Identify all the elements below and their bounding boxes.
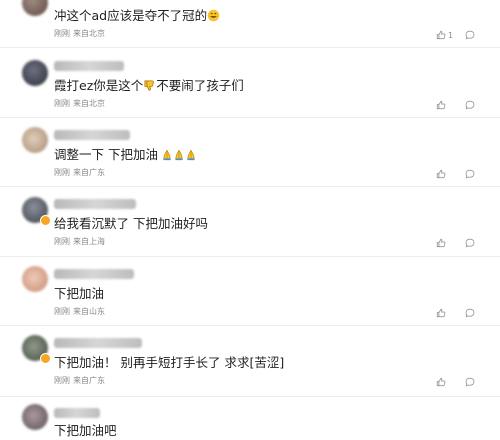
comment-bubble-icon [465,169,475,179]
avatar[interactable] [22,60,48,86]
comment-bubble-icon [465,30,475,40]
like-button[interactable]: 1 [436,30,453,40]
comment-meta: 刚刚 来自广东 [54,168,108,178]
pray-icon [173,149,185,165]
comment-text: 调整一下 下把加油 [54,147,197,165]
comment-meta: 刚刚 来自广东 [54,376,108,386]
comment-bubble-icon [465,377,475,387]
comment-location: 来自北京 [73,29,105,38]
thumbs-up-icon [436,238,446,248]
avatar[interactable] [22,127,48,153]
thumbs-up-icon [436,308,446,318]
comment-location: 来自广东 [73,168,105,177]
grinning-face-icon [207,9,220,26]
comment-text: 给我看沉默了 下把加油好吗 [54,216,208,231]
comment-item: 下把加油！ 别再手短打手长了 求求[苦涩] 刚刚 来自广东 [0,325,500,397]
comment-meta: 刚刚 来自上海 [54,237,108,247]
username[interactable] [54,408,100,418]
vip-badge-icon [40,353,51,364]
comment-item: 给我看沉默了 下把加油好吗 刚刚 来自上海 [0,186,500,257]
pray-icon [161,149,173,165]
avatar[interactable] [22,404,48,430]
like-button[interactable] [436,308,448,318]
reply-button[interactable] [465,169,475,179]
comment-time: 刚刚 [54,168,70,177]
comment-text: 下把加油！ 别再手短打手长了 求求[苦涩] [54,355,285,370]
thumbs-down-icon [143,79,156,96]
like-button[interactable] [436,377,448,387]
reply-button[interactable] [465,30,475,40]
reply-button[interactable] [465,100,475,110]
comment-location: 来自北京 [73,99,105,108]
comment-bubble-icon [465,100,475,110]
reply-button[interactable] [465,377,475,387]
username[interactable] [54,199,136,209]
comment-text: 下把加油吧 [54,423,117,438]
comment-time: 刚刚 [54,307,70,316]
comment-text: 下把加油 [54,286,105,301]
comment-text: 霞打ez你是这个 不要闹了孩子们 [54,78,244,96]
comment-location: 来自广东 [73,376,105,385]
comment-list: 冲这个ad应该是夺不了冠的 刚刚 来自北京 1 霞打ez你是这个 不要闹了孩子们 刚… [0,0,500,440]
thumbs-up-icon [436,169,446,179]
comment-meta: 刚刚 来自北京 [54,99,108,109]
comment-location: 来自山东 [73,307,105,316]
comment-time: 刚刚 [54,376,70,385]
username[interactable] [54,338,142,348]
thumbs-up-icon [436,30,446,40]
username[interactable] [54,130,130,140]
comment-bubble-icon [465,238,475,248]
username[interactable] [54,269,134,279]
thumbs-up-icon [436,377,446,387]
comment-meta: 刚刚 来自山东 [54,307,108,317]
comment-location: 来自上海 [73,237,105,246]
vip-badge-icon [40,215,51,226]
comment-meta: 刚刚 来自北京 [54,29,108,39]
comment-text: 冲这个ad应该是夺不了冠的 [54,8,220,26]
thumbs-up-icon [436,100,446,110]
comment-time: 刚刚 [54,237,70,246]
comment-time: 刚刚 [54,29,70,38]
avatar[interactable] [22,266,48,292]
comment-item: 调整一下 下把加油 刚刚 来自广东 [0,117,500,187]
comment-item: 下把加油 刚刚 来自山东 [0,256,500,326]
reply-button[interactable] [465,238,475,248]
comment-item: 霞打ez你是这个 不要闹了孩子们 刚刚 来自北京 [0,48,500,118]
comment-item: 下把加油吧 [0,396,500,440]
reply-button[interactable] [465,308,475,318]
comment-bubble-icon [465,308,475,318]
username[interactable] [54,61,124,71]
comment-item: 冲这个ad应该是夺不了冠的 刚刚 来自北京 1 [0,0,500,48]
like-count: 1 [448,30,454,40]
like-button[interactable] [436,100,448,110]
like-button[interactable] [436,238,448,248]
comment-time: 刚刚 [54,99,70,108]
like-button[interactable] [436,169,448,179]
avatar[interactable] [22,0,48,16]
pray-icon [185,149,197,165]
